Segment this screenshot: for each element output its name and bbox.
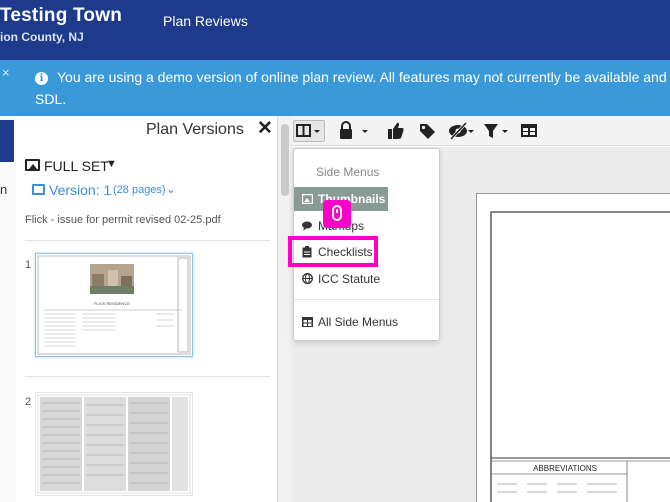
divider bbox=[25, 240, 270, 241]
close-icon[interactable]: ✕ bbox=[257, 117, 273, 140]
municipality-name: Testing Town bbox=[0, 5, 123, 26]
chevron-down-icon[interactable]: ▼ bbox=[106, 158, 117, 170]
divider bbox=[25, 376, 270, 377]
top-header: Testing Town ion County, NJ Plan Reviews bbox=[0, 0, 670, 60]
left-sidebar-strip: n bbox=[0, 116, 16, 502]
globe-icon bbox=[302, 273, 313, 287]
menu-item-markups[interactable]: Markups bbox=[294, 214, 439, 238]
demo-banner: × i You are using a demo version of onli… bbox=[0, 60, 670, 116]
thumbnail-title: FLICK RESIDENCE bbox=[94, 301, 130, 306]
mouse-click-icon bbox=[323, 200, 351, 228]
full-set-dropdown[interactable]: FULL SET bbox=[44, 158, 109, 174]
image-icon bbox=[301, 193, 314, 207]
tag-icon[interactable] bbox=[418, 120, 436, 142]
table-icon[interactable] bbox=[520, 120, 538, 142]
banner-message-continued: SDL. bbox=[35, 91, 67, 107]
plan-sheet-page[interactable]: ABBREVIATIONS bbox=[476, 193, 670, 502]
mouse-icon bbox=[332, 205, 342, 221]
info-icon: i bbox=[35, 72, 48, 85]
panel-title: Plan Versions bbox=[146, 121, 244, 138]
file-name: Flick - issue for permit revised 02-25.p… bbox=[25, 214, 221, 226]
sidebar-fragment-text: n bbox=[0, 182, 8, 197]
banner-close-icon[interactable]: × bbox=[2, 62, 10, 84]
click-highlight bbox=[288, 236, 378, 267]
plan-versions-panel: Plan Versions ✕ FULL SET ▼ Version: 1 (2… bbox=[16, 116, 278, 502]
sidebar-tab[interactable] bbox=[0, 120, 14, 162]
image-icon bbox=[32, 184, 45, 195]
chevron-down-icon[interactable]: ⌄ bbox=[166, 182, 176, 196]
sheet-preview: FLICK RESIDENCE bbox=[37, 255, 191, 355]
banner-message: You are using a demo version of online p… bbox=[57, 69, 670, 85]
page-thumbnail[interactable] bbox=[35, 392, 193, 496]
lock-icon[interactable] bbox=[338, 120, 370, 142]
sheet-section-title: ABBREVIATIONS bbox=[533, 464, 597, 473]
menu-item-icc-statute[interactable]: ICC Statute bbox=[294, 267, 439, 291]
eye-slash-icon[interactable] bbox=[448, 120, 476, 142]
page-thumbnail[interactable]: FLICK RESIDENCE bbox=[35, 253, 193, 357]
divider bbox=[294, 299, 439, 300]
nav-plan-reviews[interactable]: Plan Reviews bbox=[163, 13, 248, 29]
filter-icon[interactable] bbox=[482, 120, 512, 142]
menu-item-all-side-menus[interactable]: All Side Menus bbox=[294, 310, 439, 334]
scrollbar-thumb[interactable] bbox=[281, 124, 289, 196]
viewer-toolbar bbox=[292, 116, 670, 146]
municipality-county: ion County, NJ bbox=[0, 30, 84, 44]
comments-icon bbox=[302, 220, 314, 234]
thumbs-up-icon[interactable] bbox=[387, 120, 405, 142]
layout-icon[interactable] bbox=[293, 120, 325, 142]
menu-item-label: All Side Menus bbox=[318, 315, 399, 329]
sheet-preview bbox=[37, 394, 191, 494]
images-icon bbox=[25, 159, 40, 171]
table-icon bbox=[302, 316, 313, 330]
version-dropdown[interactable]: Version: 1 bbox=[49, 182, 111, 198]
page-number: 2 bbox=[25, 396, 32, 408]
menu-item-label: ICC Statute bbox=[318, 272, 381, 286]
page-number: 1 bbox=[25, 259, 32, 271]
dropdown-header: Side Menus bbox=[316, 165, 380, 179]
panel-scrollbar[interactable] bbox=[278, 116, 292, 502]
version-page-count: (28 pages) bbox=[113, 184, 166, 196]
